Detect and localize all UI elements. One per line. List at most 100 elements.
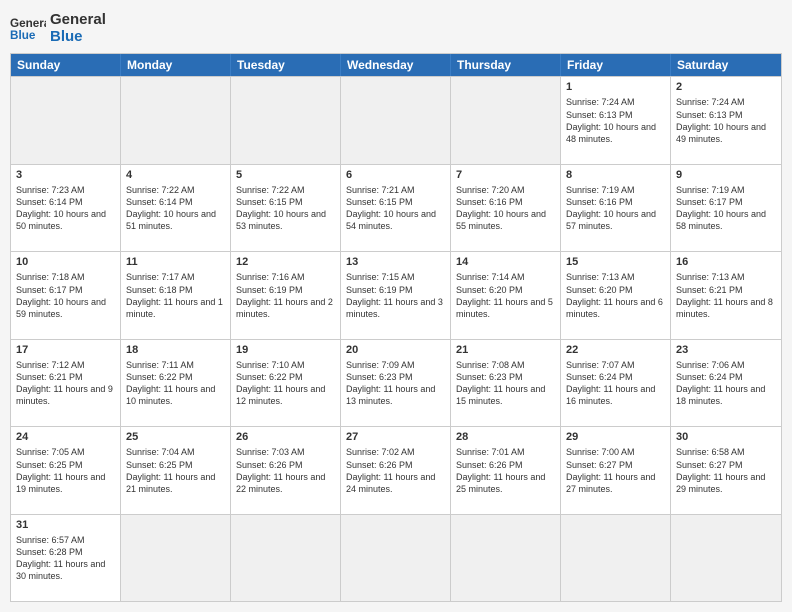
day-number: 4 [126,168,225,183]
day-content: Sunrise: 7:08 AM Sunset: 6:23 PM Dayligh… [456,359,555,408]
calendar-cell: 25Sunrise: 7:04 AM Sunset: 6:25 PM Dayli… [121,427,231,514]
calendar-cell: 13Sunrise: 7:15 AM Sunset: 6:19 PM Dayli… [341,252,451,339]
calendar-body: 1Sunrise: 7:24 AM Sunset: 6:13 PM Daylig… [11,76,781,601]
calendar-row-5: 31Sunrise: 6:57 AM Sunset: 6:28 PM Dayli… [11,514,781,602]
day-number: 27 [346,430,445,445]
day-number: 12 [236,255,335,270]
page: General Blue General Blue SundayMondayTu… [0,0,792,612]
day-number: 1 [566,80,665,95]
day-content: Sunrise: 7:09 AM Sunset: 6:23 PM Dayligh… [346,359,445,408]
day-content: Sunrise: 7:13 AM Sunset: 6:21 PM Dayligh… [676,271,776,320]
day-content: Sunrise: 7:03 AM Sunset: 6:26 PM Dayligh… [236,446,335,495]
weekday-header-wednesday: Wednesday [341,54,451,76]
calendar-cell: 5Sunrise: 7:22 AM Sunset: 6:15 PM Daylig… [231,165,341,252]
calendar-cell: 15Sunrise: 7:13 AM Sunset: 6:20 PM Dayli… [561,252,671,339]
day-number: 31 [16,518,115,533]
day-number: 2 [676,80,776,95]
calendar-cell: 28Sunrise: 7:01 AM Sunset: 6:26 PM Dayli… [451,427,561,514]
day-content: Sunrise: 7:01 AM Sunset: 6:26 PM Dayligh… [456,446,555,495]
calendar-cell [671,515,781,602]
day-content: Sunrise: 7:10 AM Sunset: 6:22 PM Dayligh… [236,359,335,408]
weekday-header-sunday: Sunday [11,54,121,76]
calendar-row-0: 1Sunrise: 7:24 AM Sunset: 6:13 PM Daylig… [11,76,781,164]
svg-text:Blue: Blue [10,28,36,41]
weekday-header-monday: Monday [121,54,231,76]
weekday-header-saturday: Saturday [671,54,781,76]
day-number: 8 [566,168,665,183]
calendar-cell: 9Sunrise: 7:19 AM Sunset: 6:17 PM Daylig… [671,165,781,252]
logo: General Blue General Blue [10,10,106,45]
day-content: Sunrise: 7:23 AM Sunset: 6:14 PM Dayligh… [16,184,115,233]
day-content: Sunrise: 7:15 AM Sunset: 6:19 PM Dayligh… [346,271,445,320]
day-content: Sunrise: 7:06 AM Sunset: 6:24 PM Dayligh… [676,359,776,408]
calendar-cell: 26Sunrise: 7:03 AM Sunset: 6:26 PM Dayli… [231,427,341,514]
day-number: 16 [676,255,776,270]
day-content: Sunrise: 7:20 AM Sunset: 6:16 PM Dayligh… [456,184,555,233]
day-number: 20 [346,343,445,358]
calendar-cell: 6Sunrise: 7:21 AM Sunset: 6:15 PM Daylig… [341,165,451,252]
calendar-row-1: 3Sunrise: 7:23 AM Sunset: 6:14 PM Daylig… [11,164,781,252]
calendar-header: SundayMondayTuesdayWednesdayThursdayFrid… [11,54,781,76]
calendar-cell: 7Sunrise: 7:20 AM Sunset: 6:16 PM Daylig… [451,165,561,252]
calendar-cell [451,515,561,602]
day-number: 5 [236,168,335,183]
day-content: Sunrise: 7:22 AM Sunset: 6:14 PM Dayligh… [126,184,225,233]
calendar-cell [451,77,561,164]
day-content: Sunrise: 7:17 AM Sunset: 6:18 PM Dayligh… [126,271,225,320]
logo-general-text: General [50,12,106,29]
day-number: 29 [566,430,665,445]
calendar-row-4: 24Sunrise: 7:05 AM Sunset: 6:25 PM Dayli… [11,426,781,514]
header: General Blue General Blue [10,10,782,45]
day-content: Sunrise: 7:16 AM Sunset: 6:19 PM Dayligh… [236,271,335,320]
calendar-row-3: 17Sunrise: 7:12 AM Sunset: 6:21 PM Dayli… [11,339,781,427]
calendar-cell: 30Sunrise: 6:58 AM Sunset: 6:27 PM Dayli… [671,427,781,514]
day-number: 9 [676,168,776,183]
calendar-cell: 18Sunrise: 7:11 AM Sunset: 6:22 PM Dayli… [121,340,231,427]
calendar-cell [121,515,231,602]
day-number: 14 [456,255,555,270]
weekday-header-thursday: Thursday [451,54,561,76]
day-number: 23 [676,343,776,358]
calendar-cell [121,77,231,164]
day-content: Sunrise: 7:14 AM Sunset: 6:20 PM Dayligh… [456,271,555,320]
calendar-cell: 16Sunrise: 7:13 AM Sunset: 6:21 PM Dayli… [671,252,781,339]
day-number: 24 [16,430,115,445]
calendar-cell: 2Sunrise: 7:24 AM Sunset: 6:13 PM Daylig… [671,77,781,164]
day-number: 3 [16,168,115,183]
day-content: Sunrise: 7:19 AM Sunset: 6:17 PM Dayligh… [676,184,776,233]
calendar-row-2: 10Sunrise: 7:18 AM Sunset: 6:17 PM Dayli… [11,251,781,339]
calendar-cell [341,77,451,164]
calendar-cell: 8Sunrise: 7:19 AM Sunset: 6:16 PM Daylig… [561,165,671,252]
day-content: Sunrise: 7:04 AM Sunset: 6:25 PM Dayligh… [126,446,225,495]
day-number: 30 [676,430,776,445]
calendar-cell: 22Sunrise: 7:07 AM Sunset: 6:24 PM Dayli… [561,340,671,427]
day-number: 18 [126,343,225,358]
calendar-cell: 19Sunrise: 7:10 AM Sunset: 6:22 PM Dayli… [231,340,341,427]
day-number: 10 [16,255,115,270]
day-content: Sunrise: 7:13 AM Sunset: 6:20 PM Dayligh… [566,271,665,320]
day-number: 15 [566,255,665,270]
calendar-cell: 21Sunrise: 7:08 AM Sunset: 6:23 PM Dayli… [451,340,561,427]
day-content: Sunrise: 7:24 AM Sunset: 6:13 PM Dayligh… [566,96,665,145]
day-number: 19 [236,343,335,358]
day-number: 17 [16,343,115,358]
day-content: Sunrise: 7:12 AM Sunset: 6:21 PM Dayligh… [16,359,115,408]
day-content: Sunrise: 7:22 AM Sunset: 6:15 PM Dayligh… [236,184,335,233]
day-content: Sunrise: 7:21 AM Sunset: 6:15 PM Dayligh… [346,184,445,233]
day-content: Sunrise: 6:58 AM Sunset: 6:27 PM Dayligh… [676,446,776,495]
calendar-cell: 31Sunrise: 6:57 AM Sunset: 6:28 PM Dayli… [11,515,121,602]
calendar-cell: 11Sunrise: 7:17 AM Sunset: 6:18 PM Dayli… [121,252,231,339]
logo-blue-text: Blue [50,29,106,46]
calendar-cell [231,77,341,164]
calendar-cell: 17Sunrise: 7:12 AM Sunset: 6:21 PM Dayli… [11,340,121,427]
calendar-cell [561,515,671,602]
logo-icon: General Blue [10,14,46,42]
calendar: SundayMondayTuesdayWednesdayThursdayFrid… [10,53,782,602]
calendar-cell: 24Sunrise: 7:05 AM Sunset: 6:25 PM Dayli… [11,427,121,514]
day-number: 13 [346,255,445,270]
day-content: Sunrise: 7:07 AM Sunset: 6:24 PM Dayligh… [566,359,665,408]
day-content: Sunrise: 6:57 AM Sunset: 6:28 PM Dayligh… [16,534,115,583]
day-number: 25 [126,430,225,445]
calendar-cell: 4Sunrise: 7:22 AM Sunset: 6:14 PM Daylig… [121,165,231,252]
day-number: 26 [236,430,335,445]
